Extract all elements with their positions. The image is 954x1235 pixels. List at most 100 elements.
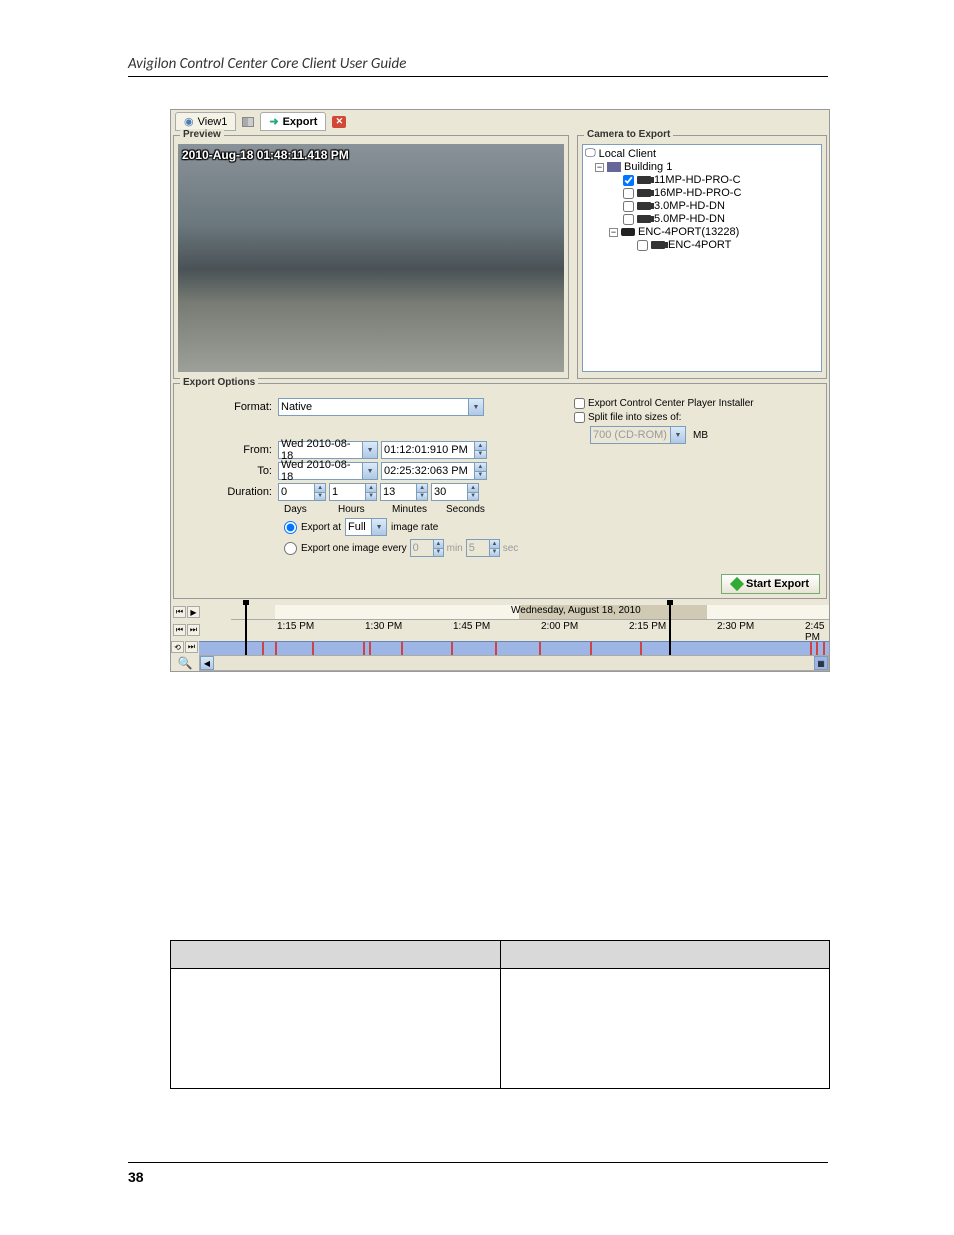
tree-camera[interactable]: 3.0MP-HD-DN xyxy=(585,200,819,213)
camera-checkbox[interactable] xyxy=(637,240,648,251)
min-label: min xyxy=(447,543,463,554)
page-header: Avigilon Control Center Core Client User… xyxy=(128,55,406,73)
camera-icon xyxy=(637,202,651,210)
doc-table xyxy=(170,940,830,1089)
chevron-down-icon: ▼ xyxy=(371,519,386,535)
preview-legend: Preview xyxy=(180,129,224,140)
preview-panel: Preview 2010-Aug-18 01:48:11.418 PM xyxy=(173,135,569,379)
split-label: Split file into sizes of: xyxy=(588,412,681,423)
chevron-down-icon: ▼ xyxy=(468,399,483,415)
camera-legend: Camera to Export xyxy=(584,129,673,140)
export-arrow-icon: ➜ xyxy=(269,115,278,128)
export-one-min: ▲▼ xyxy=(410,539,444,557)
duration-label: Duration: xyxy=(184,486,278,498)
tree-camera[interactable]: 11MP-HD-PRO-C xyxy=(585,174,819,187)
playback-step-fwd-button[interactable]: ⏭ xyxy=(187,624,200,636)
from-time[interactable]: ▲▼ xyxy=(381,441,487,459)
format-combo[interactable]: Native ▼ xyxy=(278,398,484,416)
export-window: ◉ View1 ➜ Export ✕ Preview 2010-Aug-18 0… xyxy=(170,109,830,672)
zoom-icon[interactable]: 🔍 xyxy=(171,656,199,670)
timeline-tick: 2:30 PM xyxy=(717,621,754,632)
camera-icon xyxy=(637,176,651,184)
video-timestamp: 2010-Aug-18 01:48:11.418 PM xyxy=(182,148,349,162)
playback-step-back-button[interactable]: ⏮ xyxy=(173,624,186,636)
split-checkbox[interactable] xyxy=(574,412,585,423)
spin-down-icon[interactable]: ▼ xyxy=(475,451,486,459)
playback-play-button[interactable]: ▶ xyxy=(187,606,200,618)
camera-tree[interactable]: 🖵 Local Client − Building 1 11MP-HD-PRO-… xyxy=(582,144,822,372)
split-unit: MB xyxy=(693,430,708,441)
camera-icon xyxy=(637,189,651,197)
spin-down-icon[interactable]: ▼ xyxy=(475,472,486,480)
days-unit: Days xyxy=(284,504,318,515)
to-time[interactable]: ▲▼ xyxy=(381,462,487,480)
close-tab-button[interactable]: ✕ xyxy=(332,116,346,128)
tab-view1-label: View1 xyxy=(198,116,228,128)
collapse-icon[interactable]: − xyxy=(595,163,604,172)
tree-camera[interactable]: 16MP-HD-PRO-C xyxy=(585,187,819,200)
encoder-icon xyxy=(621,228,635,236)
export-at-label: Export at xyxy=(301,522,341,533)
tab-bar: ◉ View1 ➜ Export ✕ xyxy=(171,110,829,133)
spin-up-icon[interactable]: ▲ xyxy=(475,442,486,451)
export-one-radio[interactable] xyxy=(284,542,297,555)
layout-selector-icon[interactable] xyxy=(242,117,254,127)
timeline-scrollbar[interactable]: ◀ ▦ xyxy=(199,655,829,671)
playback-prev-button[interactable]: ⏮ xyxy=(173,606,186,618)
header-divider xyxy=(128,76,828,77)
camera-icon xyxy=(637,215,651,223)
start-export-button[interactable]: Start Export xyxy=(721,574,820,594)
to-label: To: xyxy=(184,465,278,477)
scroll-left-icon[interactable]: ◀ xyxy=(200,656,214,670)
chevron-down-icon: ▼ xyxy=(362,442,377,458)
timeline-panel: ⏮ ▶ Wednesday, August 18, 2010 ⏮ ⏭ 1:15 … xyxy=(171,605,829,671)
camera-checkbox[interactable] xyxy=(623,214,634,225)
scroll-right-icon[interactable]: ▦ xyxy=(814,656,828,670)
camera-to-export-panel: Camera to Export 🖵 Local Client − Buildi… xyxy=(577,135,827,379)
export-one-label: Export one image every xyxy=(301,543,407,554)
spin-up-icon[interactable]: ▲ xyxy=(475,463,486,472)
tree-camera[interactable]: 5.0MP-HD-DN xyxy=(585,213,819,226)
tree-root[interactable]: 🖵 Local Client xyxy=(585,147,819,161)
sec-label: sec xyxy=(503,543,519,554)
video-preview[interactable]: 2010-Aug-18 01:48:11.418 PM xyxy=(178,144,564,372)
camera-checkbox[interactable] xyxy=(623,188,634,199)
camera-checkbox[interactable] xyxy=(623,175,634,186)
duration-days[interactable]: ▲▼ xyxy=(278,483,326,501)
export-options-legend: Export Options xyxy=(180,377,258,388)
duration-hours[interactable]: ▲▼ xyxy=(329,483,377,501)
chevron-down-icon: ▼ xyxy=(670,427,685,443)
from-label: From: xyxy=(184,444,278,456)
camera-icon xyxy=(651,241,665,249)
playback-loop-button[interactable]: ⟲ xyxy=(171,641,184,653)
duration-minutes[interactable]: ▲▼ xyxy=(380,483,428,501)
export-options-panel: Export Options Format: Native ▼ From: We… xyxy=(173,383,827,599)
footer-divider xyxy=(128,1162,828,1163)
camera-checkbox[interactable] xyxy=(623,201,634,212)
export-at-radio[interactable] xyxy=(284,521,297,534)
minutes-unit: Minutes xyxy=(392,504,426,515)
from-date[interactable]: Wed 2010-08-18▼ xyxy=(278,441,378,459)
tree-encoder[interactable]: − ENC-4PORT(13228) xyxy=(585,226,819,239)
collapse-icon[interactable]: − xyxy=(609,228,618,237)
server-icon xyxy=(607,162,621,172)
start-icon xyxy=(730,577,744,591)
playback-fwd-button[interactable]: ⏭ xyxy=(185,641,198,653)
player-installer-checkbox[interactable] xyxy=(574,398,585,409)
page-number: 38 xyxy=(128,1169,144,1185)
tree-server[interactable]: − Building 1 xyxy=(585,161,819,174)
export-one-sec: ▲▼ xyxy=(466,539,500,557)
tab-export[interactable]: ➜ Export xyxy=(260,112,326,131)
client-icon: 🖵 xyxy=(585,147,596,160)
timeline-selection[interactable] xyxy=(245,605,671,655)
format-label: Format: xyxy=(184,401,278,413)
player-installer-label: Export Control Center Player Installer xyxy=(588,398,754,409)
timeline-tick: 2:45 PM xyxy=(805,621,829,643)
rate-combo[interactable]: Full▼ xyxy=(345,518,387,536)
duration-seconds[interactable]: ▲▼ xyxy=(431,483,479,501)
tab-export-label: Export xyxy=(283,116,318,128)
tree-encoder-port[interactable]: ENC-4PORT xyxy=(585,239,819,252)
split-size-combo: 700 (CD-ROM) ▼ xyxy=(590,426,686,444)
chevron-down-icon: ▼ xyxy=(362,463,377,479)
to-date[interactable]: Wed 2010-08-18▼ xyxy=(278,462,378,480)
